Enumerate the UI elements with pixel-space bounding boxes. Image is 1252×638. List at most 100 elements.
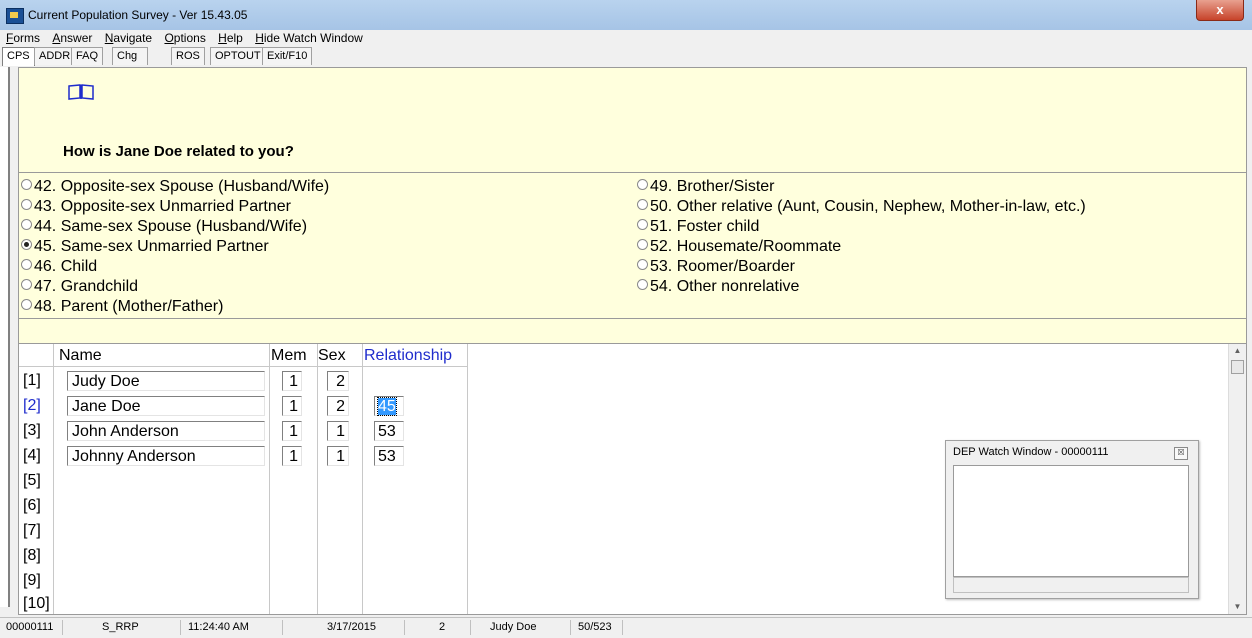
tab-cps[interactable]: CPS: [2, 47, 35, 66]
tab-optout[interactable]: OPTOUT: [210, 47, 266, 65]
sex-field[interactable]: 2: [327, 396, 349, 416]
column-header-sex[interactable]: Sex: [318, 347, 346, 365]
info-bar: [18, 318, 1247, 344]
name-field[interactable]: Jane Doe: [67, 396, 265, 416]
scroll-up-icon[interactable]: ▲: [1229, 344, 1246, 358]
scroll-down-icon[interactable]: ▼: [1229, 600, 1246, 614]
option-43[interactable]: 43. Opposite-sex Unmarried Partner: [21, 197, 291, 217]
row-label: [7]: [23, 522, 41, 539]
name-field[interactable]: John Anderson: [67, 421, 265, 441]
status-person: Judy Doe: [490, 621, 537, 633]
vertical-scrollbar[interactable]: ▲ ▼: [1228, 344, 1246, 614]
menu-options[interactable]: Options: [164, 30, 205, 47]
sex-field[interactable]: 1: [327, 446, 349, 466]
status-separator: [180, 620, 181, 635]
radio-button[interactable]: [637, 179, 648, 190]
relationship-field[interactable]: 53: [374, 446, 404, 466]
tab-exit[interactable]: Exit/F10: [262, 47, 313, 65]
column-header-mem[interactable]: Mem: [271, 347, 307, 365]
grid-line: [362, 344, 363, 614]
option-50[interactable]: 50. Other relative (Aunt, Cousin, Nephew…: [637, 197, 1086, 217]
relationship-value: 45: [377, 397, 397, 416]
option-53[interactable]: 53. Roomer/Boarder: [637, 257, 795, 277]
menu-navigate[interactable]: Navigate: [105, 30, 152, 47]
radio-button[interactable]: [637, 239, 648, 250]
row-label: [8]: [23, 547, 41, 564]
mem-field[interactable]: 1: [282, 446, 302, 466]
grid-line: [53, 344, 54, 614]
column-header-relationship[interactable]: Relationship: [364, 347, 452, 365]
radio-button[interactable]: [637, 219, 648, 230]
mem-field[interactable]: 1: [282, 371, 302, 391]
status-separator: [622, 620, 623, 635]
relationship-field[interactable]: 53: [374, 421, 404, 441]
dep-watch-window[interactable]: DEP Watch Window - 00000111 ☒: [945, 440, 1199, 599]
app-icon: [6, 8, 24, 24]
name-field[interactable]: Johnny Anderson: [67, 446, 265, 466]
menu-hide-watch-window[interactable]: Hide Watch Window: [255, 30, 363, 47]
close-button[interactable]: x: [1196, 0, 1244, 21]
grid-line: [467, 344, 468, 614]
header-divider: [19, 366, 467, 367]
sex-field[interactable]: 1: [327, 421, 349, 441]
radio-button[interactable]: [21, 259, 32, 270]
scroll-thumb[interactable]: [1231, 360, 1244, 374]
radio-button-selected[interactable]: [21, 239, 32, 250]
row-label: [10]: [23, 595, 50, 612]
option-47[interactable]: 47. Grandchild: [21, 277, 138, 297]
radio-button[interactable]: [21, 299, 32, 310]
book-icon[interactable]: [67, 84, 95, 100]
status-separator: [404, 620, 405, 635]
tab-ros[interactable]: ROS: [171, 47, 205, 65]
mem-field[interactable]: 1: [282, 421, 302, 441]
sex-field[interactable]: 2: [327, 371, 349, 391]
option-42[interactable]: 42. Opposite-sex Spouse (Husband/Wife): [21, 177, 329, 197]
status-separator: [470, 620, 471, 635]
tab-faq[interactable]: FAQ: [71, 47, 104, 65]
radio-button[interactable]: [637, 259, 648, 270]
grid-line: [317, 344, 318, 614]
watch-window-statusbar: [953, 577, 1189, 593]
status-separator: [570, 620, 571, 635]
grid-line: [269, 344, 270, 614]
title-bar: Current Population Survey - Ver 15.43.05…: [0, 0, 1252, 31]
row-label: [4]: [23, 447, 41, 464]
question-text: How is Jane Doe related to you?: [63, 143, 294, 160]
menu-answer[interactable]: Answer: [52, 30, 92, 47]
mem-field[interactable]: 1: [282, 396, 302, 416]
radio-button[interactable]: [21, 179, 32, 190]
menu-bar: Forms Answer Navigate Options Help Hide …: [0, 30, 1252, 47]
watch-window-body[interactable]: [953, 465, 1189, 577]
option-44[interactable]: 44. Same-sex Spouse (Husband/Wife): [21, 217, 307, 237]
option-46[interactable]: 46. Child: [21, 257, 97, 277]
tab-addr[interactable]: ADDR: [34, 47, 76, 65]
status-date: 3/17/2015: [327, 621, 376, 633]
radio-button[interactable]: [21, 219, 32, 230]
option-54[interactable]: 54. Other nonrelative: [637, 277, 799, 297]
tab-chg-resp[interactable]: Chg Resp: [112, 47, 148, 79]
option-52[interactable]: 52. Housemate/Roommate: [637, 237, 841, 257]
watch-window-title: DEP Watch Window - 00000111: [953, 446, 1109, 458]
left-margin-bar: [0, 67, 10, 607]
radio-button[interactable]: [637, 279, 648, 290]
status-line: 2: [439, 621, 446, 633]
watch-close-icon[interactable]: ☒: [1174, 447, 1188, 460]
option-48[interactable]: 48. Parent (Mother/Father): [21, 297, 223, 317]
relationship-field-active[interactable]: 45: [374, 396, 404, 416]
menu-help[interactable]: Help: [218, 30, 243, 47]
status-separator: [282, 620, 283, 635]
option-45[interactable]: 45. Same-sex Unmarried Partner: [21, 237, 269, 257]
radio-button[interactable]: [637, 199, 648, 210]
question-panel: How is Jane Doe related to you?: [18, 67, 1247, 173]
column-header-name[interactable]: Name: [59, 347, 102, 365]
name-field[interactable]: Judy Doe: [67, 371, 265, 391]
radio-button[interactable]: [21, 199, 32, 210]
row-label: [6]: [23, 497, 41, 514]
status-separator: [62, 620, 63, 635]
option-49[interactable]: 49. Brother/Sister: [637, 177, 775, 197]
option-51[interactable]: 51. Foster child: [637, 217, 759, 237]
menu-forms[interactable]: Forms: [6, 30, 40, 47]
status-bar: 00000111 S_RRP 11:24:40 AM 3/17/2015 2 J…: [0, 617, 1252, 638]
row-label: [9]: [23, 572, 41, 589]
radio-button[interactable]: [21, 279, 32, 290]
